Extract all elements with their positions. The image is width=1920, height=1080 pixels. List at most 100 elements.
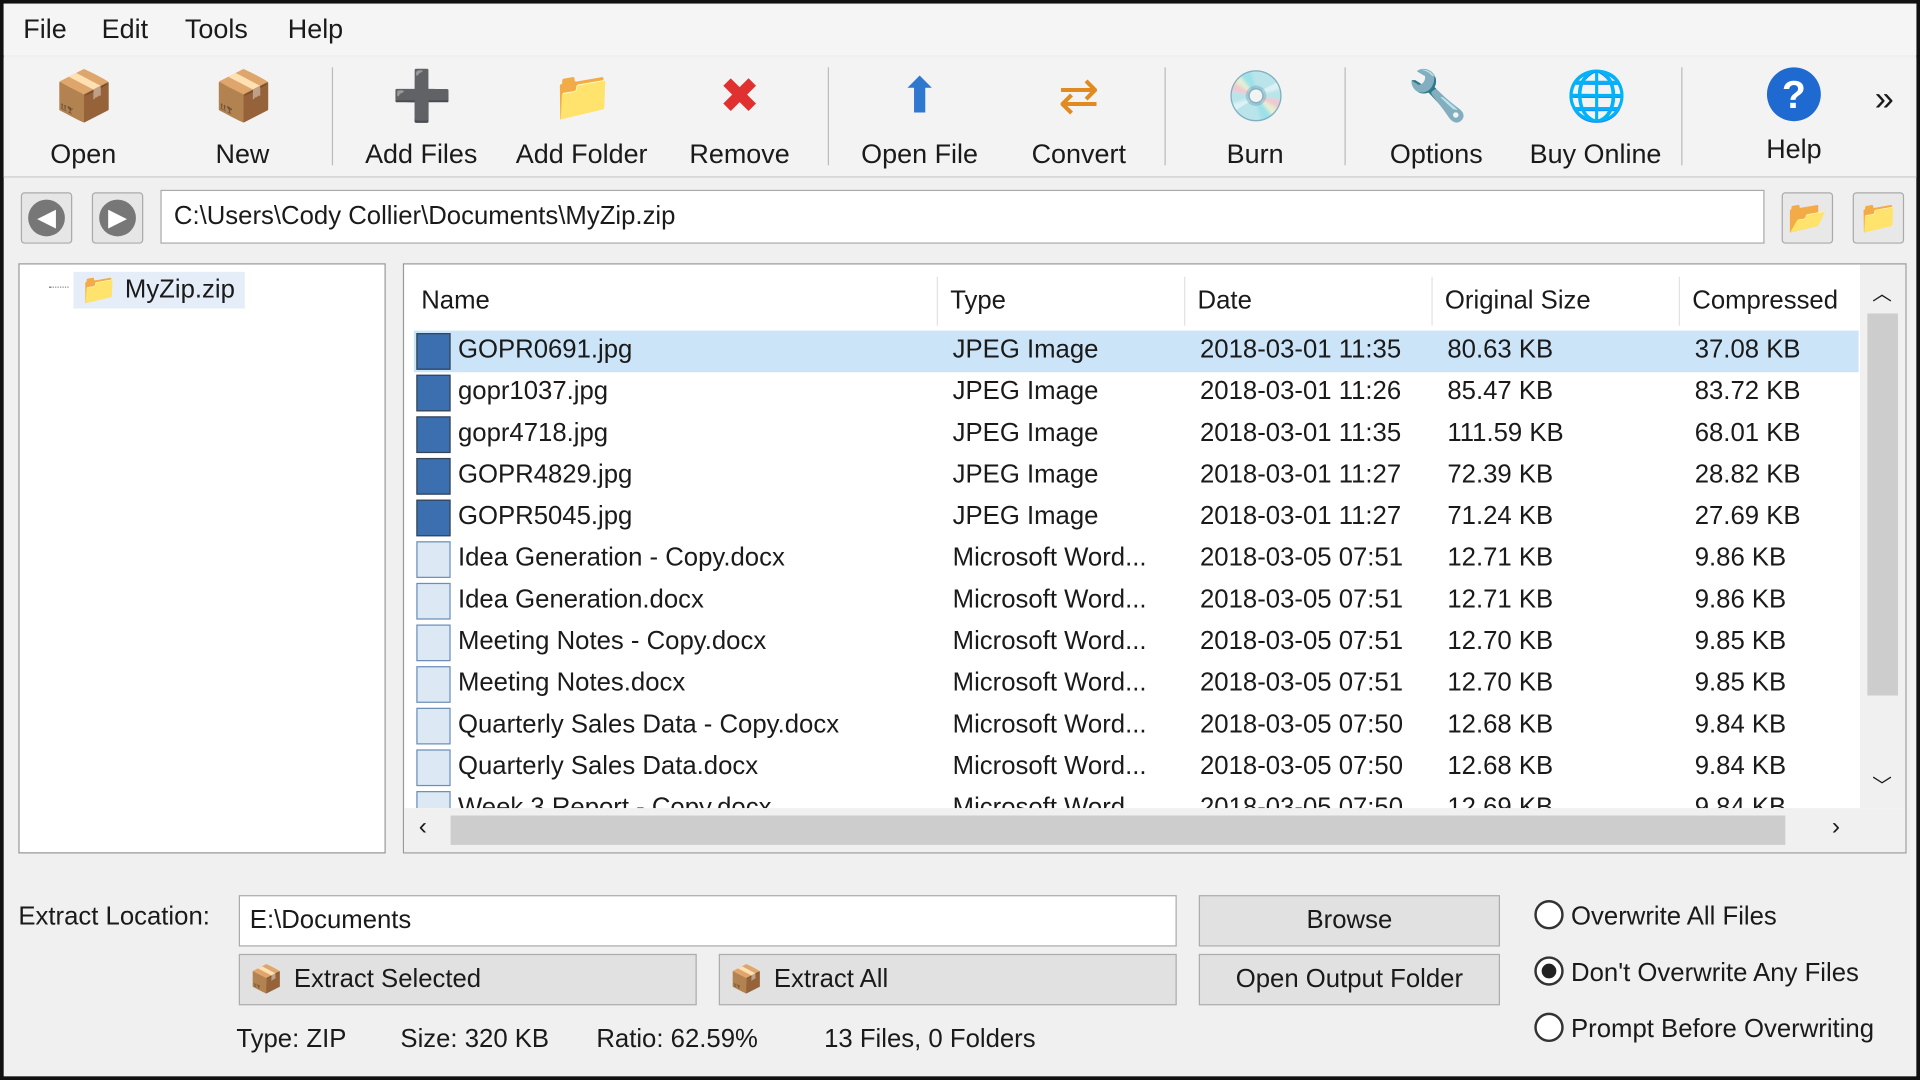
word-document-icon — [416, 791, 451, 809]
cell-date: 2018-03-01 11:35 — [1200, 418, 1402, 447]
menu-bar: File Edit Tools Help — [3, 3, 1917, 56]
cell-name: Idea Generation.docx — [457, 585, 704, 614]
word-document-icon — [416, 749, 451, 787]
cell-date: 2018-03-05 07:50 — [1200, 793, 1404, 809]
cell-original-size: 12.68 KB — [1447, 710, 1554, 739]
cell-type: JPEG Image — [952, 335, 1099, 364]
button-label: Open — [50, 138, 117, 169]
browse-button[interactable]: Browse — [1198, 895, 1501, 947]
toolbar-overflow-button[interactable]: » — [1875, 80, 1894, 119]
cell-type: JPEG Image — [952, 377, 1099, 406]
add-files-button[interactable]: ➕ Add Files — [345, 62, 497, 172]
cell-compressed: 68.01 KB — [1694, 418, 1801, 447]
cell-original-size: 12.70 KB — [1447, 668, 1554, 697]
back-button[interactable]: ◀ — [20, 192, 73, 244]
button-label: Help — [1766, 133, 1822, 165]
menu-edit[interactable]: Edit — [102, 13, 148, 45]
file-row[interactable]: Meeting Notes.docx Microsoft Word... 2018-… — [414, 664, 1859, 706]
cell-compressed: 37.08 KB — [1694, 335, 1801, 364]
button-label: New — [215, 138, 270, 169]
button-label: Burn — [1226, 138, 1284, 169]
cell-name: Quarterly Sales Data - Copy.docx — [457, 710, 840, 739]
cell-compressed: 9.84 KB — [1694, 751, 1787, 781]
burn-button[interactable]: 💿 Burn — [1179, 62, 1331, 172]
convert-button[interactable]: ⇄ Convert — [1003, 62, 1155, 172]
disc-icon: 💿 — [1225, 69, 1287, 124]
toolbar-separator — [827, 67, 829, 166]
radio-don-t-overwrite-any-files[interactable]: Don't Overwrite Any Files — [1534, 956, 1859, 989]
toolbar-separator — [331, 67, 334, 166]
image-file-icon — [416, 374, 451, 412]
folder-up-icon: 📁 — [1858, 198, 1899, 236]
cell-name: gopr4718.jpg — [457, 418, 609, 447]
open-file-button[interactable]: ⬆ Open File — [844, 62, 996, 172]
menu-tools[interactable]: Tools — [185, 13, 248, 45]
file-row[interactable]: GOPR5045.jpg JPEG Image 2018-03-01 11:27 71… — [414, 497, 1859, 539]
scroll-up-icon[interactable]: ︿ — [1872, 277, 1892, 306]
scroll-down-icon[interactable]: ﹀ — [1872, 769, 1892, 798]
vertical-scrollbar[interactable]: ︿ ﹀ — [1860, 264, 1906, 809]
cell-original-size: 71.24 KB — [1447, 502, 1554, 531]
menu-help[interactable]: Help — [288, 13, 343, 45]
cell-date: 2018-03-05 07:51 — [1200, 543, 1404, 572]
help-icon: ? — [1766, 67, 1821, 122]
file-row[interactable]: gopr1037.jpg JPEG Image 2018-03-01 11:26 85… — [414, 372, 1859, 414]
horizontal-scroll-thumb[interactable] — [450, 815, 1786, 845]
help-button[interactable]: ? Help — [1718, 62, 1870, 172]
toolbar: 📦 Open 📦 New ➕ Add Files 📁 Add Folder ✖ Remove ⬆ Op… — [3, 57, 1917, 178]
extract-selected-button[interactable]: 📦 Extract Selected — [238, 953, 697, 1006]
new-button[interactable]: 📦 New — [167, 62, 319, 172]
image-file-icon — [416, 416, 451, 454]
cell-type: Microsoft Word... — [952, 793, 1147, 809]
open-button[interactable]: 📦 Open — [7, 62, 159, 172]
cell-compressed: 27.69 KB — [1694, 502, 1801, 531]
remove-button[interactable]: ✖ Remove — [664, 62, 816, 172]
radio-button[interactable] — [1534, 900, 1564, 930]
scroll-right-icon[interactable]: › — [1832, 813, 1840, 841]
vertical-scroll-thumb[interactable] — [1867, 313, 1898, 696]
file-row[interactable]: Meeting Notes - Copy.docx Microsoft Word.… — [414, 622, 1859, 664]
add-folder-button[interactable]: 📁 Add Folder — [506, 62, 658, 172]
cell-compressed: 9.86 KB — [1694, 543, 1787, 572]
cell-name: Week 3 Report - Copy.docx — [457, 793, 772, 809]
file-row[interactable]: Quarterly Sales Data.docx Microsoft Word.… — [414, 747, 1859, 789]
cell-name: Quarterly Sales Data.docx — [457, 751, 759, 781]
file-row[interactable]: GOPR0691.jpg JPEG Image 2018-03-01 11:35 80… — [413, 330, 1859, 373]
cell-name: gopr1037.jpg — [457, 377, 609, 406]
file-row[interactable]: Week 3 Report - Copy.docx Microsoft Word.… — [414, 789, 1859, 809]
up-folder-button[interactable]: 📁 — [1852, 192, 1905, 244]
file-row[interactable]: Quarterly Sales Data - Copy.docx Microsof… — [414, 705, 1859, 747]
tree-item-myzip[interactable]: 📁 MyZip.zip — [73, 271, 245, 309]
cell-original-size: 12.71 KB — [1447, 585, 1554, 614]
add-folder-icon: 📁 — [552, 69, 614, 124]
path-field[interactable]: C:\Users\Cody Collier\Documents\MyZip.zi… — [160, 189, 1765, 244]
file-row[interactable]: gopr4718.jpg JPEG Image 2018-03-01 11:35 11… — [414, 414, 1859, 456]
menu-file[interactable]: File — [23, 13, 66, 45]
open-output-folder-button[interactable]: Open Output Folder — [1198, 953, 1501, 1006]
options-button[interactable]: 🔧 Options — [1360, 62, 1512, 172]
cell-date: 2018-03-01 11:27 — [1200, 502, 1402, 531]
radio-prompt-before-overwriting[interactable]: Prompt Before Overwriting — [1534, 1013, 1874, 1045]
forward-button[interactable]: ▶ — [91, 192, 144, 244]
horizontal-scrollbar[interactable]: ‹ › — [404, 808, 1906, 853]
scroll-left-icon[interactable]: ‹ — [419, 813, 427, 841]
image-file-icon — [416, 457, 451, 495]
file-row[interactable]: Idea Generation.docx Microsoft Word... 201… — [414, 580, 1859, 622]
file-row[interactable]: Idea Generation - Copy.docx Microsoft Wor… — [414, 539, 1859, 581]
cell-compressed: 9.86 KB — [1694, 585, 1787, 614]
cell-compressed: 9.85 KB — [1694, 668, 1787, 697]
cell-original-size: 12.69 KB — [1447, 793, 1554, 809]
cell-date: 2018-03-05 07:50 — [1200, 751, 1404, 781]
new-box-icon: 📦 — [213, 69, 275, 124]
extract-location-input[interactable]: E:\Documents — [238, 895, 1177, 947]
radio-overwrite-all-files[interactable]: Overwrite All Files — [1534, 900, 1777, 932]
cell-type: Microsoft Word... — [952, 751, 1147, 781]
go-button[interactable]: 📂 — [1781, 192, 1834, 244]
radio-button[interactable] — [1534, 1013, 1564, 1043]
cell-date: 2018-03-05 07:51 — [1200, 585, 1404, 614]
radio-button[interactable] — [1534, 956, 1564, 987]
buy-online-button[interactable]: 🌐 Buy Online — [1520, 62, 1672, 172]
file-row[interactable]: GOPR4829.jpg JPEG Image 2018-03-01 11:27 72… — [414, 456, 1859, 498]
extract-all-button[interactable]: 📦 Extract All — [718, 953, 1177, 1006]
cell-original-size: 12.68 KB — [1447, 751, 1554, 781]
